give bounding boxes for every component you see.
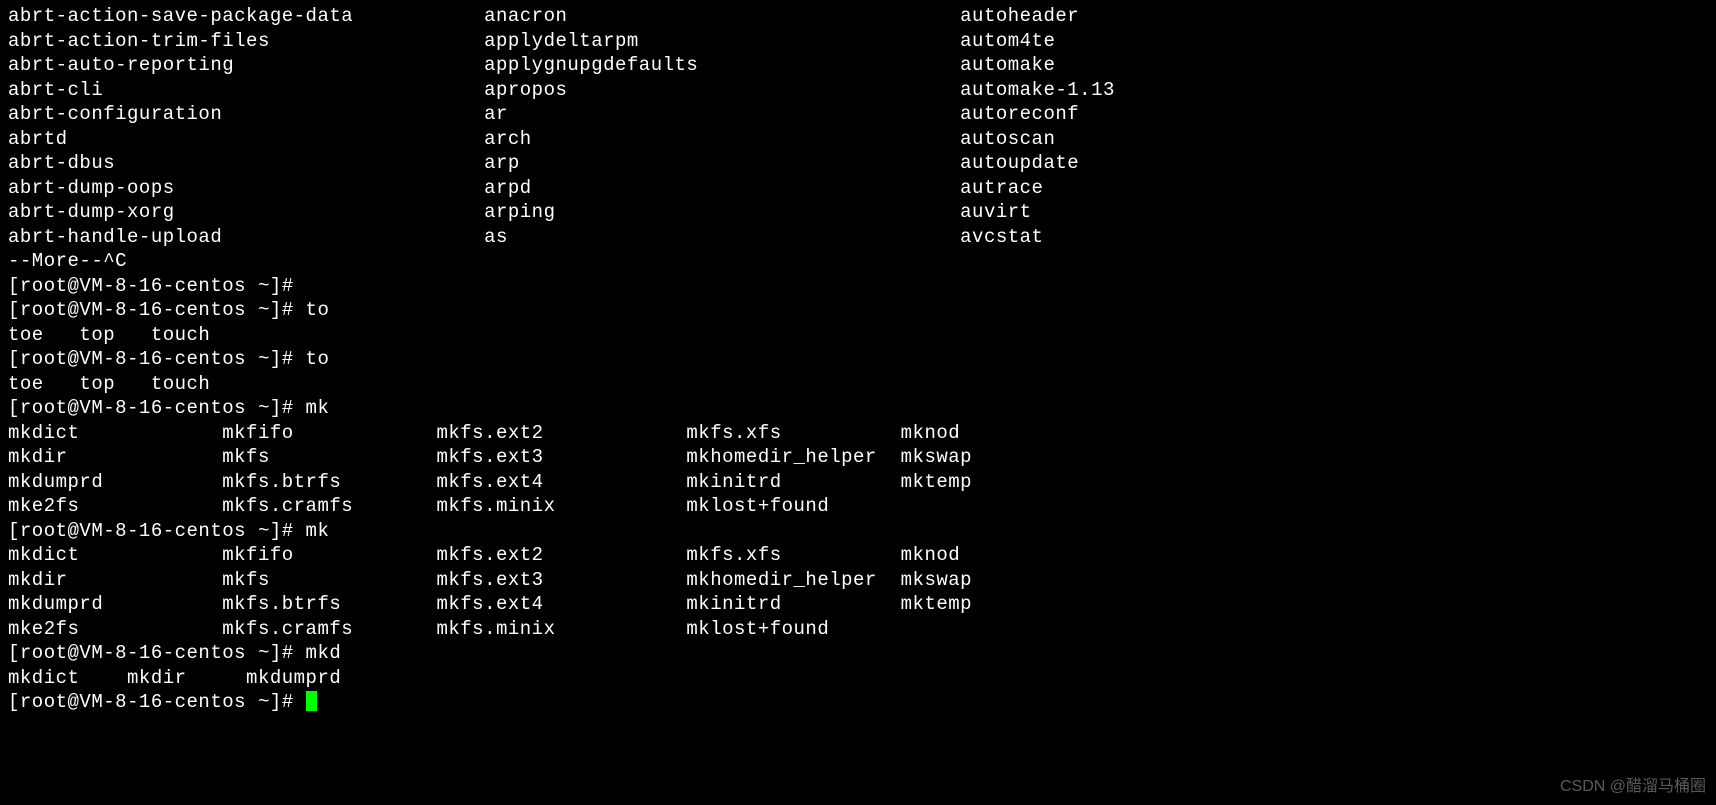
prompt-line: [root@VM-8-16-centos ~]# [8,274,1708,299]
completion-list: mkdir mkfs mkfs.ext3 mkhomedir_helper mk… [8,445,1708,470]
prompt-line: [root@VM-8-16-centos ~]# to [8,347,1708,372]
prompt-line: [root@VM-8-16-centos ~]# mk [8,519,1708,544]
cmd-list-row: abrtd arch autoscan [8,127,1708,152]
cursor-icon [306,691,317,711]
completion-list: mkdumprd mkfs.btrfs mkfs.ext4 mkinitrd m… [8,470,1708,495]
prompt-line: [root@VM-8-16-centos ~]# to [8,298,1708,323]
cmd-list-row: abrt-auto-reporting applygnupgdefaults a… [8,53,1708,78]
completion-list: mkdict mkdir mkdumprd [8,666,1708,691]
more-indicator: --More--^C [8,249,1708,274]
completion-list: mkdict mkfifo mkfs.ext2 mkfs.xfs mknod [8,543,1708,568]
completion-list: mkdict mkfifo mkfs.ext2 mkfs.xfs mknod [8,421,1708,446]
watermark: CSDN @醋溜马桶圈 [1560,775,1706,800]
completion-list: toe top touch [8,323,1708,348]
completion-list: mke2fs mkfs.cramfs mkfs.minix mklost+fou… [8,494,1708,519]
completion-list: mkdumprd mkfs.btrfs mkfs.ext4 mkinitrd m… [8,592,1708,617]
cmd-list-row: abrt-action-save-package-data anacron au… [8,4,1708,29]
cmd-list-row: abrt-action-trim-files applydeltarpm aut… [8,29,1708,54]
cmd-list-row: abrt-dbus arp autoupdate [8,151,1708,176]
cmd-list-row: abrt-handle-upload as avcstat [8,225,1708,250]
completion-list: toe top touch [8,372,1708,397]
cmd-list-row: abrt-cli apropos automake-1.13 [8,78,1708,103]
completion-list: mkdir mkfs mkfs.ext3 mkhomedir_helper mk… [8,568,1708,593]
completion-list: mke2fs mkfs.cramfs mkfs.minix mklost+fou… [8,617,1708,642]
cmd-list-row: abrt-dump-xorg arping auvirt [8,200,1708,225]
prompt-line: [root@VM-8-16-centos ~]# mkd [8,641,1708,666]
prompt-line-active[interactable]: [root@VM-8-16-centos ~]# [8,690,1708,715]
prompt-line: [root@VM-8-16-centos ~]# mk [8,396,1708,421]
terminal-output: abrt-action-save-package-data anacron au… [8,4,1708,715]
cmd-list-row: abrt-configuration ar autoreconf [8,102,1708,127]
cmd-list-row: abrt-dump-oops arpd autrace [8,176,1708,201]
